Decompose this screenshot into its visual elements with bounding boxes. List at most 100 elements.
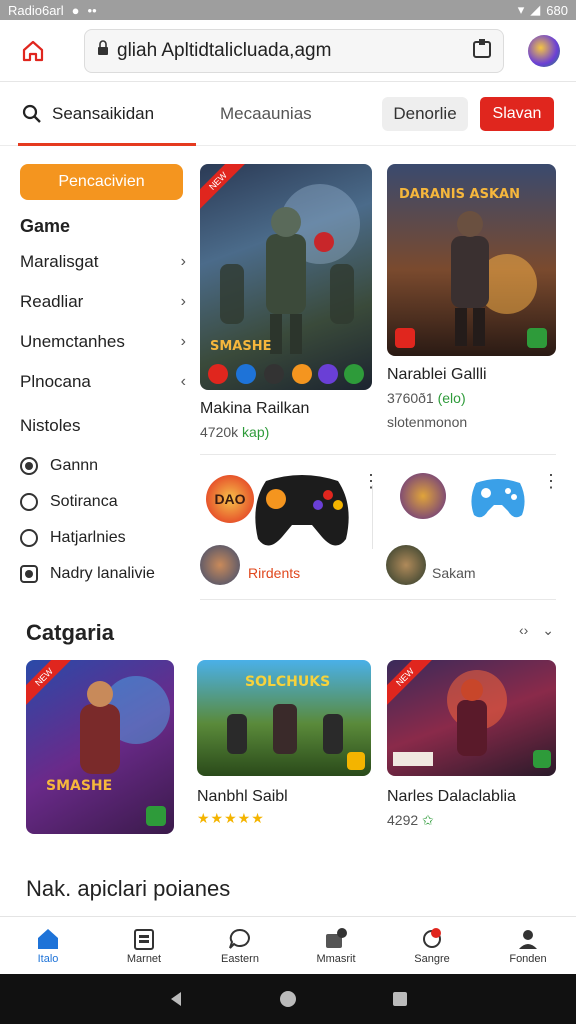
- radio-icon: [20, 529, 38, 547]
- message-icon: [326, 927, 347, 948]
- sidebar-item-label: Readliar: [20, 292, 84, 311]
- game-thumbnail: NEW SMASHE: [200, 164, 372, 390]
- nav-item-messages[interactable]: Mmasrit: [288, 917, 384, 974]
- back-icon[interactable]: [167, 990, 185, 1008]
- carousel-controls: ‹› ⌄: [519, 622, 554, 639]
- chevron-right-icon: ›: [180, 253, 186, 270]
- section-title-bottom: Nak. apiclari poianes: [26, 876, 231, 901]
- more-options-icon[interactable]: ⋮: [362, 472, 380, 490]
- radio-option-2[interactable]: Hatjarlnies: [20, 520, 186, 556]
- primary-red-button[interactable]: Slavan: [480, 96, 554, 131]
- search-icon: [22, 104, 41, 123]
- tab-search[interactable]: Seansaikidan: [0, 82, 196, 146]
- nav-label: Italo: [37, 952, 59, 965]
- sidebar-item-3[interactable]: Plnocana ‹: [20, 362, 186, 402]
- system-nav-bar: [0, 974, 576, 1024]
- battery-text: 680: [546, 2, 568, 18]
- profile-avatar[interactable]: [528, 34, 560, 67]
- chevron-right-icon: ›: [180, 333, 186, 350]
- developer-name[interactable]: Sakam: [432, 565, 476, 581]
- rating-value: 4292: [387, 812, 419, 828]
- tab-search-label: Seansaikidan: [52, 103, 155, 123]
- section-title: Catgaria: [26, 620, 115, 645]
- home-circle-icon[interactable]: [279, 990, 297, 1008]
- more-options-icon[interactable]: ⋮: [542, 472, 560, 490]
- card-meta: 4720k kap): [200, 424, 372, 440]
- sidebar-item-label: Maralisgat: [20, 252, 99, 271]
- carousel-arrows-icon[interactable]: ‹›: [519, 622, 528, 639]
- nav-item-location[interactable]: Sangre: [384, 917, 480, 974]
- controller-icon[interactable]: [468, 473, 528, 521]
- soldier-artwork: SMASHE: [208, 184, 364, 384]
- home-button[interactable]: [14, 32, 52, 70]
- secondary-button[interactable]: Denorlie: [382, 96, 468, 131]
- sidebar-primary-button[interactable]: Pencacivien: [20, 164, 183, 200]
- sidebar-heading: Game: [20, 216, 71, 236]
- nav-label: Mmasrit: [316, 952, 356, 965]
- card-title: Makina Railkan: [200, 400, 310, 417]
- more-icon: ••: [87, 2, 97, 18]
- category-card-0[interactable]: NEW SMASHE: [26, 660, 174, 834]
- battle-artwork: SOLCHUKS: [227, 674, 365, 770]
- status-bar: Radio6arl ● •• ▾ ◢ 680: [0, 0, 576, 20]
- sidebar-item-0[interactable]: Maralisgat ›: [20, 242, 186, 282]
- sidebar-item-1[interactable]: Readliar ›: [20, 282, 186, 322]
- download-count: 4720k: [200, 424, 239, 440]
- bottom-nav: Italo Marnet Eastern Mmasrit Sangre Fond…: [0, 916, 576, 974]
- neon-artwork: [393, 670, 551, 768]
- lock-icon: [97, 39, 109, 62]
- radio-checked-icon: [20, 565, 38, 583]
- radio-checked-icon: [20, 457, 38, 475]
- app-badge[interactable]: [400, 473, 446, 519]
- category-card-2[interactable]: NEW Narles Dalaclablia 4292 ✩: [387, 660, 556, 829]
- featured-card-0[interactable]: NEW SMASHE Makina Railkan 4720k kap): [200, 164, 372, 440]
- card-extra: slotenmonon: [387, 414, 468, 430]
- url-field[interactable]: gliah Apltidtalicluada,agm: [84, 28, 504, 73]
- developer-avatar: [200, 545, 240, 585]
- rating-stars: ★★★★★: [197, 810, 265, 826]
- chevron-right-icon: ›: [180, 293, 186, 310]
- nav-item-chat[interactable]: Eastern: [192, 917, 288, 974]
- radio-label: Sotiranca: [50, 493, 118, 510]
- location-icon: [423, 927, 441, 948]
- tabs-row: Seansaikidan Mecaaunias Denorlie Slavan: [0, 82, 576, 146]
- sidebar-item-label: Plnocana: [20, 372, 91, 391]
- radio-label: Nadry lanalivie: [50, 565, 155, 582]
- chevron-down-icon[interactable]: ⌄: [542, 622, 554, 639]
- gamepad-icon[interactable]: [246, 465, 358, 557]
- game-thumbnail: NEW SMASHE: [26, 660, 174, 834]
- sidebar-item-2[interactable]: Unemctanhes ›: [20, 322, 186, 362]
- hero-artwork: SMASHE: [46, 676, 170, 826]
- nav-item-profile[interactable]: Fonden: [480, 917, 576, 974]
- star-outline-icon: ✩: [422, 812, 434, 828]
- home-icon: [22, 40, 44, 61]
- card-meta: 4292 ✩: [387, 812, 556, 829]
- radio-option-3[interactable]: Nadry lanalivie: [20, 556, 186, 592]
- developer-name[interactable]: Rirdents: [248, 565, 300, 581]
- card-meta: 3760ð1 (elo): [387, 390, 556, 406]
- warrior-artwork: DARANIS ASKAN: [395, 187, 547, 348]
- chevron-icon: ‹: [180, 373, 186, 390]
- category-card-1[interactable]: SOLCHUKS Nanbhl Saibl ★★★★★: [197, 660, 371, 827]
- tab-second[interactable]: Mecaaunias: [220, 104, 312, 124]
- nav-item-calendar[interactable]: Marnet: [96, 917, 192, 974]
- radio-label: Gannn: [50, 457, 99, 474]
- profile-icon: [519, 929, 537, 949]
- sidebar: Pencacivien Game Maralisgat › Readliar › U…: [20, 164, 186, 592]
- developer-avatar: [386, 545, 426, 585]
- divider: [372, 485, 373, 549]
- game-thumbnail: SOLCHUKS: [197, 660, 371, 776]
- radio-option-0[interactable]: Gannn: [20, 448, 186, 484]
- calendar-icon: [134, 928, 154, 950]
- browser-toolbar: gliah Apltidtalicluada,agm: [0, 20, 576, 82]
- featured-card-1[interactable]: DARANIS ASKAN Narablei Gallli 3760ð1 (el…: [387, 164, 556, 430]
- mini-app-row: DAO ⋮ Rirdents ⋮ Sakam: [200, 454, 560, 600]
- nav-label: Marnet: [126, 952, 162, 965]
- radio-icon: [20, 493, 38, 511]
- nav-label: Eastern: [221, 952, 259, 965]
- tab-switcher-icon[interactable]: [473, 38, 491, 64]
- nav-item-home[interactable]: Italo: [0, 917, 96, 974]
- game-thumbnail: DARANIS ASKAN: [387, 164, 556, 356]
- radio-option-1[interactable]: Sotiranca: [20, 484, 186, 520]
- recents-icon[interactable]: [391, 990, 409, 1008]
